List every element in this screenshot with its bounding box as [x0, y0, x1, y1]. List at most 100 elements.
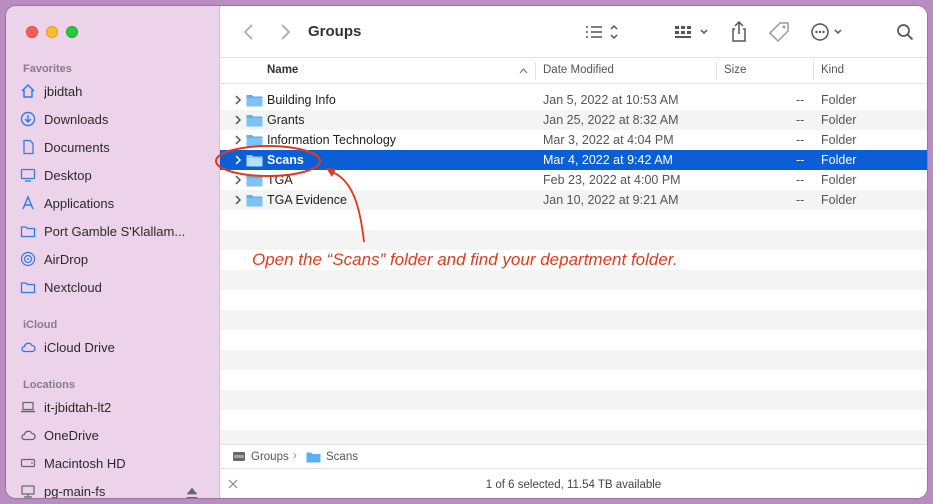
column-separator [813, 62, 814, 80]
instruction-annotation: Open the “Scans” folder and find your de… [252, 250, 678, 269]
file-kind: Folder [821, 113, 857, 127]
share-button[interactable] [730, 20, 748, 44]
file-size: -- [796, 173, 805, 187]
minimize-button[interactable] [46, 26, 58, 38]
empty-row [220, 330, 927, 350]
laptop-icon [21, 401, 35, 413]
file-kind: Folder [821, 133, 857, 147]
document-icon [23, 139, 34, 155]
file-name: Scans [267, 153, 304, 167]
file-name: Building Info [267, 93, 336, 107]
empty-row [220, 410, 927, 430]
file-kind: Folder [821, 173, 857, 187]
empty-row [220, 290, 927, 310]
grid-icon [675, 26, 708, 38]
file-name: TGA [267, 173, 293, 187]
file-name: TGA Evidence [267, 193, 347, 207]
sidebar-item-nextcloud[interactable]: Nextcloud [20, 275, 210, 299]
search-icon [897, 24, 914, 41]
toolbar: Groups [220, 6, 927, 58]
table-row[interactable]: TGA Evidence Jan 10, 2022 at 9:21 AM -- … [220, 190, 927, 210]
sidebar-item-applications[interactable]: Applications [20, 191, 210, 215]
sidebar-item-onedrive[interactable]: OneDrive [20, 423, 210, 447]
window-controls [26, 26, 78, 38]
favorites-section-label: Favorites [23, 63, 72, 75]
sidebar-item-laptop[interactable]: it-jbidtah-lt2 [20, 395, 210, 419]
table-row-selected[interactable]: Scans Mar 4, 2022 at 9:42 AM -- Folder [220, 150, 927, 170]
sidebar-item-documents[interactable]: Documents [20, 135, 210, 159]
column-header-kind[interactable]: Kind [821, 64, 844, 76]
sidebar-item-pg-main-fs[interactable]: pg-main-fs [20, 479, 210, 498]
column-header-date-modified[interactable]: Date Modified [543, 64, 614, 76]
cloud-icon [21, 430, 36, 441]
breadcrumb-separator: › [293, 450, 297, 462]
empty-row [220, 310, 927, 330]
disclosure-triangle-icon[interactable] [234, 95, 242, 105]
sidebar-item-icloud-drive[interactable]: iCloud Drive [20, 335, 210, 359]
forward-button[interactable] [278, 20, 292, 44]
file-kind: Folder [821, 193, 857, 207]
eject-icon[interactable] [184, 485, 200, 498]
disclosure-triangle-icon[interactable] [234, 175, 242, 185]
table-row[interactable]: Grants Jan 25, 2022 at 8:32 AM -- Folder [220, 110, 927, 130]
applications-icon [22, 195, 34, 210]
sidebar-item-airdrop[interactable]: AirDrop [20, 247, 210, 271]
chevron-left-icon [243, 24, 253, 40]
disclosure-triangle-icon[interactable] [234, 135, 242, 145]
column-header-name[interactable]: Name [267, 64, 298, 76]
sidebar-item-desktop[interactable]: Desktop [20, 163, 210, 187]
sidebar-item-port-gamble[interactable]: Port Gamble S'Klallam... [20, 219, 210, 243]
desktop-icon [20, 168, 36, 182]
more-actions-button[interactable] [810, 20, 846, 44]
disclosure-triangle-icon[interactable] [234, 115, 242, 125]
download-icon [20, 111, 36, 127]
file-size: -- [796, 153, 805, 167]
sidebar-item-home[interactable]: jbidtah [20, 79, 210, 103]
table-row[interactable]: Information Technology Mar 3, 2022 at 4:… [220, 130, 927, 150]
path-bar: Groups › Scans [220, 444, 927, 468]
status-text: 1 of 6 selected, 11.54 TB available [485, 479, 662, 491]
folder-icon [20, 226, 36, 238]
disclosure-triangle-icon[interactable] [234, 195, 242, 205]
breadcrumb-groups[interactable]: Groups [232, 451, 289, 463]
column-header-size[interactable]: Size [724, 64, 746, 76]
locations-section-label: Locations [23, 379, 75, 391]
sidebar-item-downloads[interactable]: Downloads [20, 107, 210, 131]
status-bar: 1 of 6 selected, 11.54 TB available [220, 468, 927, 498]
empty-row [220, 350, 927, 370]
file-size: -- [796, 133, 805, 147]
back-button[interactable] [242, 20, 256, 44]
disclosure-triangle-icon[interactable] [234, 155, 242, 165]
folder-icon [246, 175, 263, 187]
file-date: Jan 5, 2022 at 10:53 AM [543, 93, 679, 107]
chevron-right-icon [281, 24, 291, 40]
file-size: -- [796, 113, 805, 127]
cloud-icon [21, 342, 36, 353]
breadcrumb-scans[interactable]: Scans [306, 451, 358, 463]
icloud-section-label: iCloud [23, 319, 58, 331]
file-date: Jan 25, 2022 at 8:32 AM [543, 113, 679, 127]
column-separator [535, 62, 536, 80]
close-button[interactable] [26, 26, 38, 38]
folder-icon [246, 195, 263, 207]
tag-button[interactable] [768, 20, 790, 44]
file-kind: Folder [821, 153, 857, 167]
zoom-button[interactable] [66, 26, 78, 38]
search-button[interactable] [896, 20, 914, 44]
file-name: Grants [267, 113, 305, 127]
file-date: Mar 3, 2022 at 4:04 PM [543, 133, 674, 147]
ellipsis-circle-icon [811, 23, 842, 41]
group-button[interactable] [674, 20, 712, 44]
column-separator [716, 62, 717, 80]
folder-icon [246, 95, 263, 107]
network-icon [21, 485, 35, 498]
table-row[interactable]: Building Info Jan 5, 2022 at 10:53 AM --… [220, 90, 927, 110]
view-options-button[interactable] [584, 20, 620, 44]
empty-row [220, 230, 927, 250]
sort-ascending-icon [519, 68, 528, 74]
folder-icon [20, 282, 36, 294]
sidebar-item-macintosh-hd[interactable]: Macintosh HD [20, 451, 210, 475]
table-row[interactable]: TGA Feb 23, 2022 at 4:00 PM -- Folder [220, 170, 927, 190]
file-size: -- [796, 93, 805, 107]
file-date: Mar 4, 2022 at 9:42 AM [543, 153, 673, 167]
